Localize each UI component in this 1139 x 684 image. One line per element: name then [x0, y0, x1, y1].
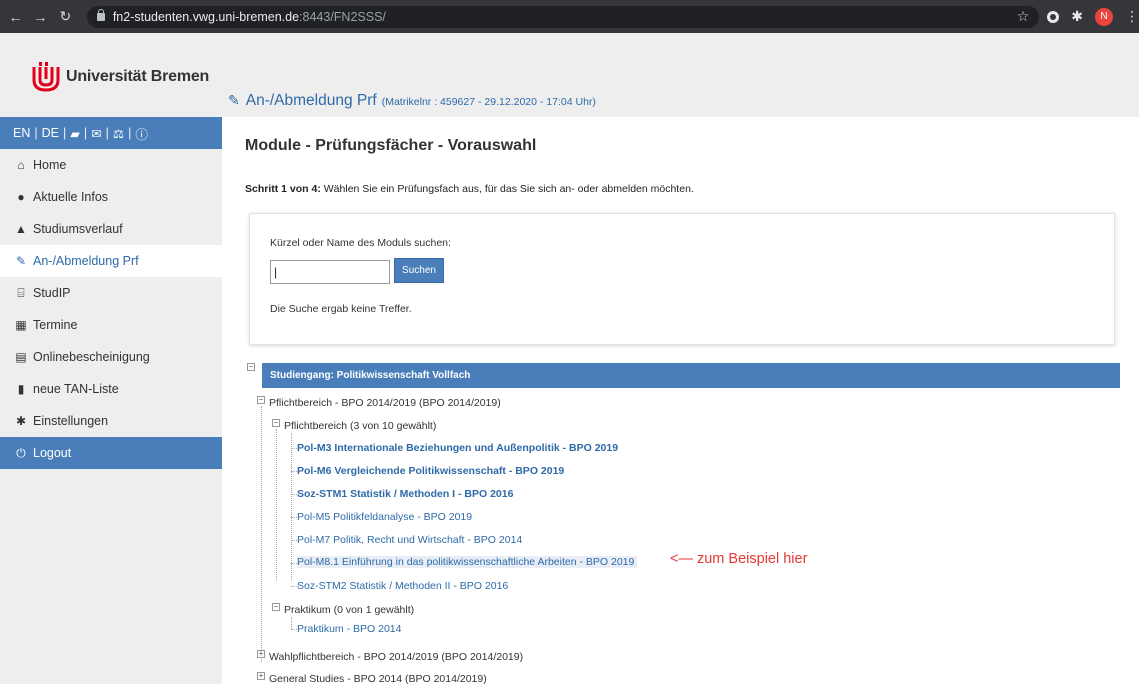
step-number: Schritt 1 von 4:: [245, 183, 321, 195]
collapse-toggle-icon[interactable]: −: [272, 419, 280, 427]
forward-arrow-icon[interactable]: →: [31, 9, 50, 25]
tree-node-praktikum[interactable]: Praktikum (0 von 1 gewählt): [284, 604, 414, 616]
sidebar-item-studip[interactable]: ⌸ StudIP: [0, 277, 222, 309]
search-label: Kürzel oder Name des Moduls suchen:: [270, 237, 451, 249]
institution-icon: ⌸: [17, 285, 25, 300]
site-header: Universität Bremen ✎ An-/Abmeldung Prf (…: [0, 33, 1139, 117]
extension-icon[interactable]: [1047, 10, 1060, 23]
book-icon[interactable]: ▰: [70, 126, 80, 141]
edit-icon: ✎: [15, 254, 27, 268]
info-icon[interactable]: ⓘ: [135, 124, 148, 143]
collapse-toggle-icon[interactable]: −: [257, 396, 265, 404]
collapse-toggle-icon[interactable]: −: [272, 603, 280, 611]
tree-node-wahlpflicht[interactable]: Wahlpflichtbereich - BPO 2014/2019 (BPO …: [269, 651, 523, 663]
step-text: Wählen Sie ein Prüfungsfach aus, für das…: [320, 183, 694, 195]
home-icon: ⌂: [17, 158, 25, 172]
comment-icon: ●: [17, 190, 25, 204]
sidebar-item-label: StudIP: [33, 286, 71, 300]
module-link[interactable]: Pol-M7 Politik, Recht und Wirtschaft - B…: [297, 534, 522, 546]
url-path: :8443/FN2SSS/: [299, 9, 386, 24]
search-input[interactable]: |: [270, 260, 390, 284]
sidebar-item-label: Studiumsverlauf: [33, 222, 123, 236]
tree-line: [261, 406, 262, 662]
edit-icon: ✎: [228, 92, 240, 108]
sidebar-item-label: An-/Abmeldung Prf: [33, 254, 139, 268]
power-icon: ⏻: [16, 445, 26, 460]
sidebar-item-tan-liste[interactable]: ▮ neue TAN-Liste: [0, 373, 222, 405]
profile-avatar[interactable]: N: [1094, 7, 1113, 26]
sidebar-item-label: Aktuelle Infos: [33, 190, 109, 204]
expand-toggle-icon[interactable]: +: [257, 650, 265, 658]
sidebar-item-termine[interactable]: ▦ Termine: [0, 309, 222, 341]
browser-toolbar: ← → ↻ fn2-studenten.vwg.uni-bremen.de:84…: [0, 0, 1139, 33]
tree-node-general-studies[interactable]: General Studies - BPO 2014 (BPO 2014/201…: [269, 673, 487, 684]
university-name: Universität Bremen: [66, 68, 210, 85]
graduation-cap-icon: ▲: [15, 222, 27, 236]
page-title: Module - Prüfungsfächer - Vorauswahl: [245, 137, 537, 154]
search-panel: Kürzel oder Name des Moduls suchen: | Su…: [249, 213, 1115, 345]
lang-en-link[interactable]: EN: [13, 126, 30, 140]
reload-icon[interactable]: ↻: [56, 8, 75, 25]
module-link[interactable]: Pol-M5 Politikfeldanalyse - BPO 2019: [297, 511, 472, 523]
tree-node-pflichtbereich[interactable]: Pflichtbereich - BPO 2014/2019 (BPO 2014…: [269, 397, 501, 409]
expand-toggle-icon[interactable]: +: [257, 672, 265, 680]
calendar-icon: ▦: [15, 318, 27, 332]
address-bar[interactable]: fn2-studenten.vwg.uni-bremen.de:8443/FN2…: [86, 5, 1040, 28]
sidebar-item-logout[interactable]: ⏻ Logout: [0, 437, 222, 469]
url-host: fn2-studenten.vwg.uni-bremen.de: [112, 9, 300, 24]
module-link[interactable]: Praktikum - BPO 2014: [297, 623, 401, 635]
sidebar-item-anabmeldung[interactable]: ✎ An-/Abmeldung Prf: [0, 245, 222, 277]
browser-menu-icon[interactable]: ⋮: [1125, 8, 1139, 25]
sidebar-item-label: Einstellungen: [33, 414, 109, 428]
gear-icon: ✱: [15, 414, 27, 428]
scale-icon[interactable]: ⚖: [113, 126, 124, 141]
module-link[interactable]: Soz-STM1 Statistik / Methoden I - BPO 20…: [297, 488, 513, 500]
sidebar-item-label: Home: [33, 158, 67, 172]
university-logo-icon: [32, 62, 60, 92]
sidebar-item-label: neue TAN-Liste: [33, 382, 119, 396]
back-arrow-icon[interactable]: ←: [6, 9, 25, 25]
tree-line: [291, 433, 292, 581]
sidebar-item-home[interactable]: ⌂ Home: [0, 149, 222, 181]
university-logo[interactable]: Universität Bremen: [32, 62, 209, 92]
lock-icon: [96, 8, 105, 21]
annotation-note: <— zum Beispiel hier: [670, 551, 808, 567]
page-heading: ✎ An-/Abmeldung Prf (Matrikelnr : 459627…: [228, 92, 596, 110]
mail-icon[interactable]: ✉: [91, 126, 101, 141]
sidebar: EN | DE | ▰ | ✉ | ⚖ | ⓘ ⌂ Home ● Aktuell…: [0, 117, 222, 684]
sidebar-item-label: Onlinebescheinigung: [33, 350, 150, 364]
puzzle-icon[interactable]: ✱: [1071, 8, 1083, 25]
sidebar-item-einstellungen[interactable]: ✱ Einstellungen: [0, 405, 222, 437]
sidebar-item-label: Logout: [33, 446, 72, 460]
tree-line: [276, 429, 277, 581]
collapse-toggle-icon[interactable]: −: [247, 363, 255, 371]
module-link[interactable]: Pol-M6 Vergleichende Politikwissenschaft…: [297, 465, 564, 477]
tree-line: [291, 617, 292, 629]
sidebar-item-label: Termine: [33, 318, 78, 332]
page-heading-title: An-/Abmeldung Prf: [245, 92, 377, 109]
sidebar-topbar: EN | DE | ▰ | ✉ | ⚖ | ⓘ: [0, 117, 222, 149]
sidebar-item-onlinebescheinigung[interactable]: ▤ Onlinebescheinigung: [0, 341, 222, 373]
tree-node-pflichtbereich-inner[interactable]: Pflichtbereich (3 von 10 gewählt): [284, 420, 436, 432]
search-button[interactable]: Suchen: [394, 258, 444, 283]
studiengang-header: Studiengang: Politikwissenschaft Vollfac…: [262, 363, 1120, 388]
module-link[interactable]: Soz-STM2 Statistik / Methoden II - BPO 2…: [297, 580, 508, 592]
sidebar-item-aktuelle-infos[interactable]: ● Aktuelle Infos: [0, 181, 222, 213]
file-icon: ▮: [17, 382, 25, 396]
search-result-text: Die Suche ergab keine Treffer.: [270, 303, 412, 315]
page-heading-meta: (Matrikelnr : 459627 - 29.12.2020 - 17:0…: [381, 96, 596, 108]
module-link[interactable]: Pol-M3 Internationale Beziehungen und Au…: [297, 442, 618, 454]
lang-de-link[interactable]: DE: [42, 126, 59, 140]
document-icon: ▤: [15, 350, 27, 364]
step-instruction: Schritt 1 von 4: Wählen Sie ein Prüfungs…: [245, 183, 694, 195]
module-link-highlighted[interactable]: Pol-M8.1 Einführung in das politikwissen…: [297, 556, 638, 568]
sidebar-item-studiumsverlauf[interactable]: ▲ Studiumsverlauf: [0, 213, 222, 245]
bookmark-star-icon[interactable]: ☆: [1017, 8, 1030, 25]
